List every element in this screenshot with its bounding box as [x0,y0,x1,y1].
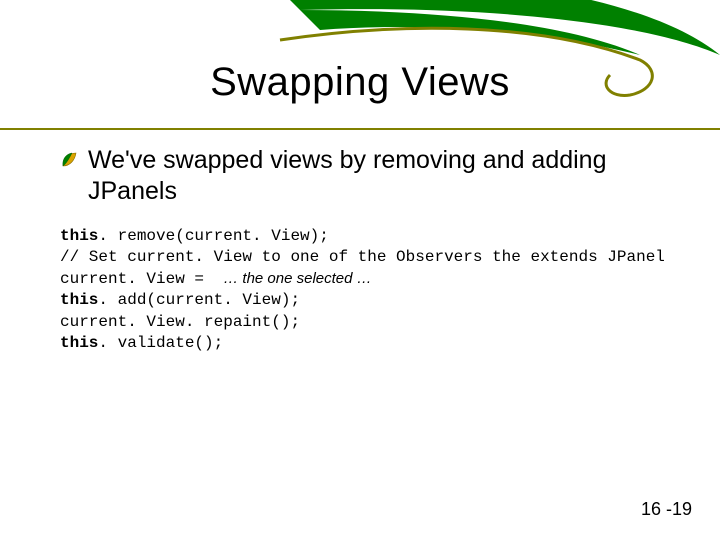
code-block: this. remove(current. View); // Set curr… [60,226,680,356]
slide-number: 16 -19 [641,499,692,520]
code-l4b: . add(current. View); [98,291,300,309]
slide: Swapping Views We've swapped views by re… [0,0,720,540]
code-l5: current. View. repaint(); [60,313,300,331]
code-l2: // Set current. View to one of the Obser… [60,248,665,266]
leaf-bullet-icon [60,151,78,169]
code-kw-this-2: this [60,291,98,309]
slide-body: We've swapped views by removing and addi… [60,145,680,355]
code-note: … the one selected … [223,270,371,287]
code-kw-this-3: this [60,334,98,352]
slide-title: Swapping Views [0,60,720,105]
title-divider [0,128,720,130]
code-l3a: current. View = [60,270,223,288]
bullet-text: We've swapped views by removing and addi… [88,145,680,208]
code-kw-this-1: this [60,227,98,245]
bullet-item: We've swapped views by removing and addi… [60,145,680,208]
code-l6b: . validate(); [98,334,223,352]
code-l1b: . remove(current. View); [98,227,328,245]
